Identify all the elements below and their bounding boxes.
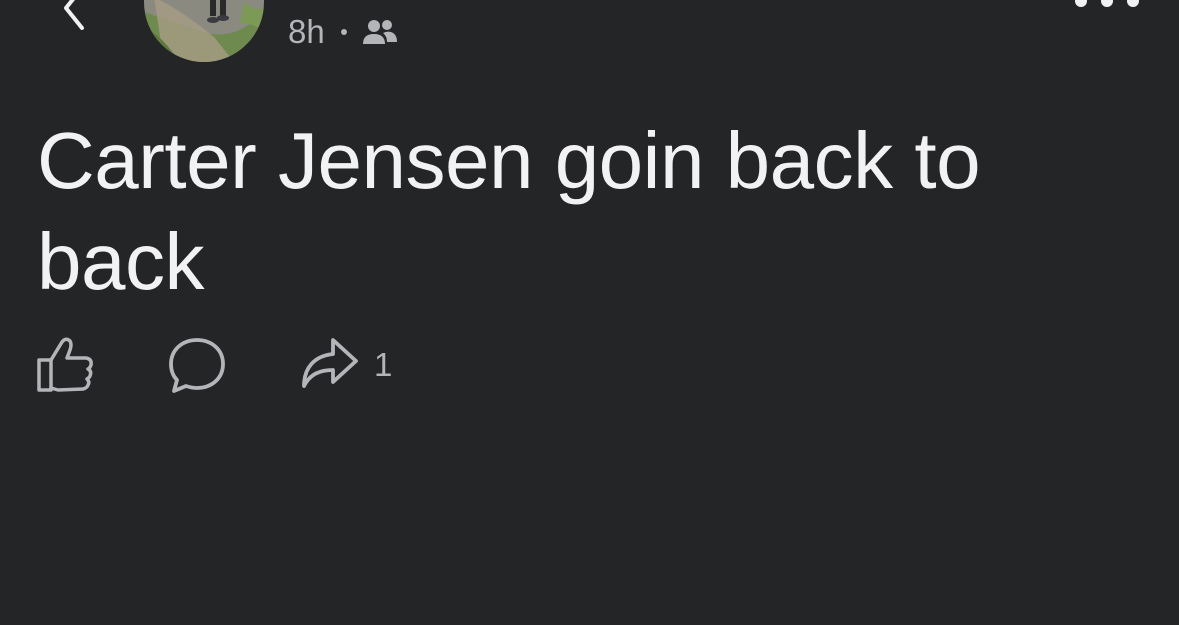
comment-icon (169, 338, 225, 393)
chevron-left-icon (64, 0, 84, 30)
thumbs-up-icon (37, 337, 93, 392)
like-button[interactable] (34, 334, 96, 396)
post-timestamp: 8h (288, 13, 325, 50)
back-button[interactable] (40, 0, 100, 40)
comment-button[interactable] (166, 334, 228, 396)
post-text: Carter Jensen goin back to back (37, 116, 981, 306)
share-arrow-icon (302, 338, 358, 388)
author-avatar[interactable] (144, 0, 264, 62)
post-actions: 1 (34, 333, 462, 397)
more-options-button[interactable] (1075, 0, 1139, 16)
post-meta: 8h (288, 12, 399, 52)
more-dot (1127, 0, 1139, 7)
more-dot (1101, 0, 1113, 7)
share-button[interactable]: 1 (298, 334, 392, 396)
audience-button[interactable] (361, 17, 399, 47)
group-icon (362, 20, 397, 44)
separator-dot (340, 29, 347, 35)
share-count: 1 (374, 346, 393, 383)
more-dot (1075, 0, 1087, 7)
